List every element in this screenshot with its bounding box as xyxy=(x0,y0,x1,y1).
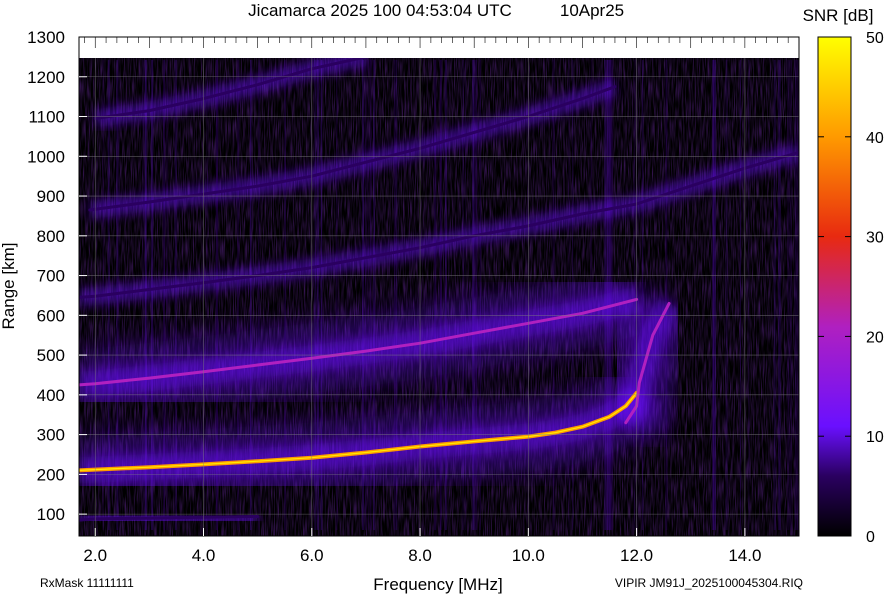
interference-streak xyxy=(787,60,790,530)
colorbar-tick-label: 20 xyxy=(866,329,884,346)
colorbar-tick-label: 0 xyxy=(866,529,875,546)
plot-content xyxy=(79,58,799,536)
colorbar-label: SNR [dB] xyxy=(803,6,874,25)
x-tick-label: 2.0 xyxy=(83,546,107,565)
ionogram-svg: Jicamarca 2025 100 04:53:04 UTC 10Apr25 … xyxy=(0,1,884,594)
colorbar-tick-label: 10 xyxy=(866,429,884,446)
y-tick-label: 600 xyxy=(37,306,65,325)
y-tick-label: 1200 xyxy=(27,68,65,87)
interference-streak xyxy=(796,60,799,530)
y-tick-label: 900 xyxy=(37,187,65,206)
chart-title: Jicamarca 2025 100 04:53:04 UTC xyxy=(248,1,512,20)
interference-streak xyxy=(712,60,714,530)
interference-streak xyxy=(714,60,716,530)
y-tick-label: 700 xyxy=(37,267,65,286)
y-tick-label: 500 xyxy=(37,346,65,365)
y-tick-label: 1000 xyxy=(27,147,65,166)
y-axis-label: Range [km] xyxy=(0,243,18,330)
ionogram-figure: Jicamarca 2025 100 04:53:04 UTC 10Apr25 … xyxy=(0,0,884,595)
y-tick-label: 1300 xyxy=(27,28,65,47)
interference-streak xyxy=(739,60,741,530)
interference-streak xyxy=(725,60,728,530)
x-tick-label: 12.0 xyxy=(620,546,653,565)
y-tick-label: 800 xyxy=(37,227,65,246)
y-axis-ticks: 100 200 300 400 500 600 700 800 900 1000 1100 1200 1… xyxy=(27,28,87,524)
colorbar-tick-label: 30 xyxy=(866,230,884,247)
rx-mask-note: RxMask 11111111 xyxy=(40,576,134,590)
x-tick-label: 4.0 xyxy=(192,546,216,565)
colorbar-tick-label: 40 xyxy=(866,130,884,147)
interference-streak xyxy=(778,60,781,530)
y-tick-label: 200 xyxy=(37,465,65,484)
interference-streak xyxy=(665,60,668,530)
x-tick-label: 10.0 xyxy=(512,546,545,565)
y-tick-label: 1100 xyxy=(28,108,65,127)
colorbar-tick-label: 50 xyxy=(866,30,884,47)
y-tick-label: 400 xyxy=(37,386,65,405)
x-tick-label: 14.0 xyxy=(728,546,761,565)
interference-streak xyxy=(790,60,792,530)
file-name-note: VIPIR JM91J_2025100045304.RIQ xyxy=(615,576,803,590)
chart-date: 10Apr25 xyxy=(560,1,624,20)
x-tick-label: 6.0 xyxy=(300,546,324,565)
y-tick-label: 300 xyxy=(37,426,65,445)
y-tick-label: 100 xyxy=(37,505,65,524)
interference-streak xyxy=(773,60,776,530)
x-axis-label: Frequency [MHz] xyxy=(373,575,502,594)
x-tick-label: 8.0 xyxy=(408,546,432,565)
colorbar xyxy=(817,36,852,537)
interference-streak xyxy=(748,60,750,530)
